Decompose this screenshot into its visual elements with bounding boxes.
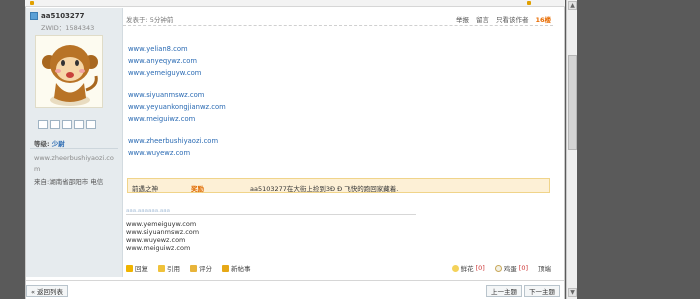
blog-icon[interactable] — [74, 120, 84, 129]
post-link[interactable]: www.yemeiguyw.com — [128, 67, 226, 79]
award-notice: 前遇之神 奖励 aa5103277在大街上捡到3Ð Ð 飞快的跑回家藏着. — [127, 178, 550, 193]
previous-post-footer-strip — [25, 0, 565, 7]
post-link[interactable]: www.yeyuankongjianwz.com — [128, 101, 226, 113]
only-author-link[interactable]: 只看该作者 — [496, 14, 529, 24]
report-link[interactable]: 举报 — [456, 14, 469, 24]
rank-value[interactable]: 少尉 — [52, 140, 65, 148]
post-link[interactable]: www.anyeqywz.com — [128, 55, 226, 67]
post-link[interactable]: www.zheerbushiyaozi.com — [128, 135, 226, 147]
strip-icon — [30, 1, 34, 5]
flower-count: [0] — [475, 264, 485, 272]
reply-icon — [126, 264, 133, 272]
message-icon[interactable] — [38, 120, 48, 129]
user-action-icons — [38, 120, 96, 129]
scroll-up-icon[interactable]: ▲ — [568, 1, 577, 10]
award-text: aa5103277在大街上捡到3Ð Ð 飞快的跑回家藏着. — [250, 185, 399, 193]
post-body-links: www.yelian8.com www.anyeqywz.com www.yem… — [128, 43, 226, 159]
post-header-actions: 举报 留言 只看该作者 16楼 — [456, 14, 551, 24]
monkey-avatar-icon — [36, 36, 102, 107]
post-header: 发表于: 5分钟前 举报 留言 只看该作者 16楼 — [123, 8, 553, 26]
flower-icon — [451, 264, 459, 272]
avatar[interactable] — [35, 35, 103, 108]
top-link[interactable]: 顶端 — [538, 263, 551, 273]
egg-button[interactable]: 鸡蛋 [0] — [494, 263, 528, 273]
rank-label: 等级: — [34, 140, 50, 148]
prev-thread-button[interactable]: 上一主题 — [486, 285, 522, 297]
post-footer: 回复 引用 评分 新帖事 鲜花 [0] 鸡蛋 [0] 顶端 — [126, 263, 551, 275]
flower-button[interactable]: 鲜花 [0] — [451, 263, 485, 273]
user-rank: 等级: 少尉 — [34, 138, 65, 148]
user-id: ZWID：1584343 — [41, 24, 95, 32]
user-location: 来自:湖南省邵阳市 电信 — [34, 178, 104, 186]
strip-icon — [527, 1, 531, 5]
quote-icon — [158, 264, 165, 272]
group-icon[interactable] — [86, 120, 96, 129]
award-type: 奖励 — [191, 185, 204, 193]
post-link[interactable]: www.wuyewz.com — [128, 147, 226, 159]
signature-line: www.wuyewz.com — [126, 236, 186, 244]
new-thread-button[interactable]: 新帖事 — [222, 263, 251, 273]
back-to-list-button[interactable]: « 返回列表 — [26, 285, 69, 297]
post-link[interactable]: www.yelian8.com — [128, 43, 226, 55]
posted-time: 发表于: 5分钟前 — [126, 16, 174, 24]
egg-count: [0] — [518, 264, 528, 272]
add-friend-icon[interactable] — [50, 120, 60, 129]
post-content: 发表于: 5分钟前 举报 留言 只看该作者 16楼 www.yelian8.co… — [123, 8, 553, 277]
divider — [30, 148, 118, 149]
post-link[interactable]: www.siyuanmswz.com — [128, 89, 226, 101]
online-status-icon — [30, 12, 38, 20]
rate-button[interactable]: 评分 — [190, 263, 212, 273]
profile-icon[interactable] — [62, 120, 72, 129]
author-sidebar: aa5103277 ZWID：1584343 等级: 少尉 www.zheerb… — [26, 8, 123, 277]
message-link[interactable]: 留言 — [476, 14, 489, 24]
reply-button[interactable]: 回复 — [126, 263, 148, 273]
thread-nav-bar: « 返回列表 上一主题 下一主题 — [26, 280, 564, 299]
quote-button[interactable]: 引用 — [158, 263, 180, 273]
new-thread-icon — [222, 264, 229, 272]
scroll-down-icon[interactable]: ▼ — [568, 288, 577, 297]
scrollbar-thumb[interactable] — [568, 55, 577, 150]
signature-line: www.yemeiguyw.com — [126, 220, 197, 228]
signature-line: www.meiguiwz.com — [126, 244, 191, 252]
egg-icon — [494, 264, 502, 272]
signature-divider — [126, 214, 416, 215]
user-site: www.zheerbushiyaozi.com — [34, 154, 114, 173]
rate-icon — [190, 264, 197, 272]
award-title: 前遇之神 — [132, 185, 158, 193]
username-row[interactable]: aa5103277 — [30, 11, 85, 21]
post-link[interactable]: www.meiguiwz.com — [128, 113, 226, 125]
floor-number[interactable]: 16楼 — [535, 14, 551, 24]
signature-line: www.siyuanmswz.com — [126, 228, 200, 236]
next-thread-button[interactable]: 下一主题 — [524, 285, 560, 297]
username[interactable]: aa5103277 — [41, 12, 85, 20]
scrollbar[interactable]: ▲ ▼ — [566, 0, 577, 299]
signature: www.yemeiguyw.com www.siyuanmswz.com www… — [126, 220, 199, 252]
